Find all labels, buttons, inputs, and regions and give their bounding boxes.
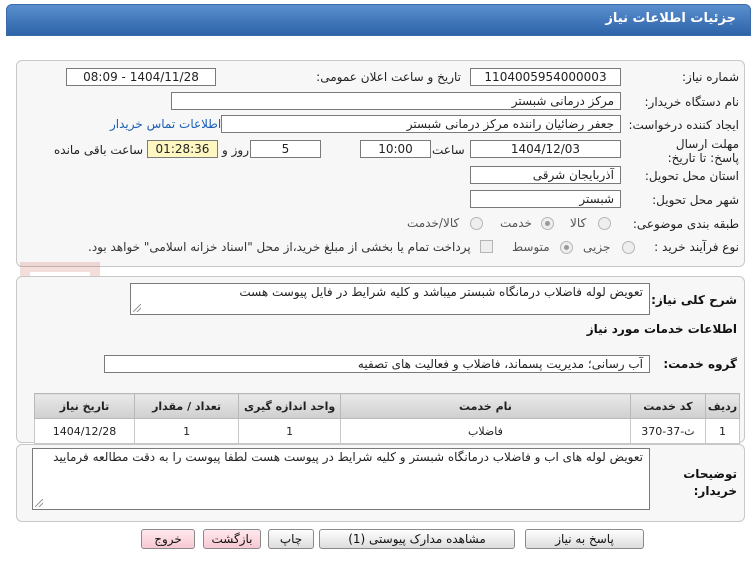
col-quantity: تعداد / مقدار	[134, 393, 240, 419]
province-label: استان محل تحویل:	[644, 169, 739, 183]
service-group-label: گروه خدمت:	[663, 357, 737, 371]
category-option-goods: کالا	[570, 216, 587, 230]
treasury-note: پرداخت تمام یا بخشی از مبلغ خرید،از محل …	[88, 240, 471, 254]
exit-button[interactable]: خروج	[141, 529, 195, 549]
need-number-label: شماره نیاز:	[682, 70, 739, 84]
purchase-type-label: نوع فرآیند خرید :	[654, 240, 739, 254]
buyer-org-field[interactable]: مرکز درمانی شبستر	[171, 92, 621, 110]
services-table-header: ردیف کد خدمت نام خدمت واحد اندازه گیری ت…	[33, 393, 740, 419]
col-unit: واحد اندازه گیری	[238, 393, 342, 419]
category-option-service: خدمت	[500, 216, 532, 230]
col-service-name: نام خدمت	[340, 393, 631, 419]
buyer-contact-link[interactable]: اطلاعات تماس خریدار	[110, 117, 221, 131]
col-row-number: ردیف	[705, 393, 740, 419]
services-section-title: اطلاعات خدمات مورد نیاز	[586, 322, 737, 336]
category-option-goods-service: کالا/خدمت	[407, 216, 460, 230]
reply-button[interactable]: پاسخ به نیاز	[525, 529, 644, 549]
deadline-label: مهلت ارسال پاسخ: تا تاریخ:	[667, 137, 739, 165]
buyer-notes-label: توضیحات خریدار:	[683, 467, 737, 498]
purchase-option-medium: متوسط	[512, 240, 550, 254]
treasury-checkbox[interactable]	[480, 240, 493, 253]
city-label: شهر محل تحویل:	[652, 193, 739, 207]
remaining-time-label: ساعت باقی مانده	[54, 143, 144, 157]
remaining-time-field: 01:28:36	[147, 140, 218, 158]
print-button[interactable]: چاپ	[268, 529, 314, 549]
category-label: طبقه بندی موضوعی:	[632, 217, 739, 231]
back-button[interactable]: بازگشت	[203, 529, 261, 549]
window-title: جزئیات اطلاعات نیاز	[605, 11, 736, 26]
summary-text: تعویض لوله فاضلاب درمانگاه شبستر میباشد …	[239, 285, 643, 299]
need-number-field[interactable]: 1104005954000003	[470, 68, 621, 86]
resize-handle-icon[interactable]	[133, 304, 141, 312]
category-radio-goods[interactable]	[598, 217, 611, 230]
col-service-code: کد خدمت	[629, 393, 707, 419]
window-titlebar: جزئیات اطلاعات نیاز	[6, 4, 751, 36]
requester-label: ایجاد کننده درخواست:	[628, 118, 739, 132]
deadline-time-label: ساعت	[432, 143, 465, 157]
buyer-notes-text: تعویض لوله های اب و فاضلاب درمانگاه شبست…	[53, 450, 643, 464]
summary-label: شرح کلی نیاز:	[651, 293, 737, 307]
buyer-notes-field[interactable]: تعویض لوله های اب و فاضلاب درمانگاه شبست…	[32, 448, 650, 510]
announce-datetime-label: تاریخ و ساعت اعلان عمومی:	[316, 70, 461, 84]
cell-unit: 1	[238, 418, 342, 444]
buyer-org-label: نام دستگاه خریدار:	[644, 95, 740, 109]
category-radio-service[interactable]	[541, 217, 554, 230]
resize-handle-icon[interactable]	[35, 499, 43, 507]
service-group-field[interactable]: آب رسانی؛ مدیریت پسماند، فاضلاب و فعالیت…	[104, 355, 650, 373]
cell-row-number: 1	[705, 418, 740, 444]
purchase-option-minor: جزیی	[583, 240, 611, 254]
cell-need-date: 1404/12/28	[33, 418, 136, 444]
summary-field[interactable]: تعویض لوله فاضلاب درمانگاه شبستر میباشد …	[130, 283, 650, 315]
deadline-time-field[interactable]: 10:00	[360, 140, 431, 158]
purchase-radio-medium[interactable]	[560, 241, 573, 254]
services-table: ردیف کد خدمت نام خدمت واحد اندازه گیری ت…	[33, 393, 740, 444]
deadline-days-field[interactable]: 5	[250, 140, 321, 158]
cell-service-code: ث-37-370	[629, 418, 707, 444]
col-need-date: تاریخ نیاز	[33, 393, 136, 419]
view-attachments-button[interactable]: مشاهده مدارک پیوستی (1)	[319, 529, 515, 549]
purchase-radio-minor[interactable]	[622, 241, 635, 254]
city-field[interactable]: شبستر	[470, 190, 621, 208]
days-label: روز و	[222, 143, 249, 157]
cell-service-name: فاضلاب	[340, 418, 631, 444]
cell-quantity: 1	[134, 418, 240, 444]
table-row[interactable]: 1 ث-37-370 فاضلاب 1 1 1404/12/28	[33, 418, 740, 444]
deadline-date-field[interactable]: 1404/12/03	[470, 140, 621, 158]
announce-datetime-field[interactable]: 1404/11/28 - 08:09	[66, 68, 216, 86]
requester-field[interactable]: جعفر رضائیان راننده مرکز درمانی شبستر	[221, 115, 621, 133]
province-field[interactable]: آذربایجان شرقی	[470, 166, 621, 184]
category-radio-goods-service[interactable]	[470, 217, 483, 230]
